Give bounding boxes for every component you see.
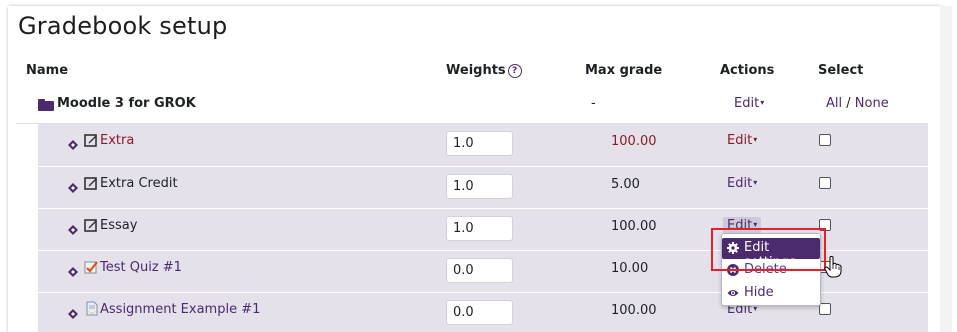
- menu-item-edit-settings[interactable]: Edit settings: [722, 238, 820, 270]
- grade-item-row: Extra 100.00 Edit▾: [38, 124, 928, 166]
- grade-item-name[interactable]: Assignment Example #1: [100, 302, 260, 317]
- eye-icon: [727, 290, 739, 296]
- edit-menu[interactable]: Edit▾: [723, 217, 762, 234]
- move-icon[interactable]: [66, 140, 80, 152]
- edit-menu-label: Edit: [727, 218, 753, 233]
- max-grade-value: 100.00: [611, 303, 657, 318]
- column-header-actions: Actions: [720, 63, 775, 78]
- weight-input[interactable]: [446, 131, 513, 156]
- column-header-weights-label: Weights: [446, 63, 506, 78]
- max-grade-value: 100.00: [611, 134, 657, 149]
- edit-menu[interactable]: Edit▾: [727, 176, 757, 191]
- menu-item-label: Hide: [744, 285, 774, 300]
- grade-item-row: Extra Credit 5.00 Edit▾: [38, 166, 928, 209]
- select-checkbox[interactable]: [819, 219, 831, 231]
- chevron-down-icon: ▾: [753, 220, 758, 229]
- edit-icon: [84, 134, 97, 147]
- select-checkbox[interactable]: [819, 134, 831, 146]
- folder-icon: [38, 99, 54, 111]
- edit-icon: [84, 177, 97, 190]
- chevron-down-icon: ▾: [753, 135, 758, 144]
- quiz-icon: [84, 261, 98, 274]
- chevron-down-icon: ▾: [760, 98, 765, 107]
- select-all-link[interactable]: All: [826, 96, 842, 111]
- category-select-links: All / None: [826, 96, 889, 111]
- column-header-max-grade: Max grade: [585, 63, 663, 78]
- move-icon[interactable]: [66, 267, 80, 279]
- select-separator: /: [846, 96, 851, 111]
- select-checkbox[interactable]: [819, 177, 831, 189]
- category-edit-menu[interactable]: Edit▾: [734, 96, 764, 111]
- max-grade-value: 5.00: [611, 177, 640, 192]
- column-header-weights: Weights?: [446, 63, 522, 78]
- move-icon[interactable]: [66, 225, 80, 237]
- weight-input[interactable]: [446, 174, 513, 199]
- category-row: Moodle 3 for GROK - Edit▾ All / None: [16, 86, 928, 124]
- edit-menu-label: Edit: [727, 133, 753, 148]
- category-edit-label: Edit: [734, 96, 760, 111]
- column-header-select: Select: [818, 63, 864, 78]
- move-icon[interactable]: [66, 309, 80, 321]
- chevron-down-icon: ▾: [753, 178, 758, 187]
- edit-dropdown-menu: Edit settings Delete Hide: [721, 233, 821, 306]
- menu-item-label: Delete: [744, 262, 787, 277]
- select-checkbox[interactable]: [819, 303, 831, 315]
- edit-menu-label: Edit: [727, 176, 753, 191]
- scrollbar-track[interactable]: [940, 6, 952, 332]
- weight-input[interactable]: [446, 216, 513, 241]
- gear-icon: [727, 242, 739, 254]
- select-none-link[interactable]: None: [855, 96, 889, 111]
- category-name: Moodle 3 for GROK: [57, 96, 196, 111]
- max-grade-value: 100.00: [611, 219, 657, 234]
- assignment-icon: [86, 301, 98, 316]
- edit-icon: [84, 219, 97, 232]
- menu-item-delete[interactable]: Delete: [722, 260, 820, 282]
- column-header-name: Name: [26, 63, 69, 78]
- category-max-grade: -: [591, 96, 596, 111]
- grade-item-name[interactable]: Extra Credit: [100, 176, 178, 191]
- grade-item-name[interactable]: Extra: [100, 133, 134, 148]
- edit-menu[interactable]: Edit▾: [727, 133, 757, 148]
- menu-item-hide[interactable]: Hide: [722, 283, 820, 305]
- grade-item-name[interactable]: Essay: [100, 218, 137, 233]
- hand-pointer-icon: [824, 256, 842, 278]
- page-title: Gradebook setup: [18, 12, 228, 40]
- delete-icon: [727, 264, 739, 276]
- help-icon[interactable]: ?: [507, 64, 522, 78]
- grade-item-name[interactable]: Test Quiz #1: [100, 260, 182, 275]
- weight-input[interactable]: [446, 300, 513, 325]
- weight-input[interactable]: [446, 258, 513, 283]
- max-grade-value: 10.00: [611, 261, 649, 276]
- move-icon[interactable]: [66, 183, 80, 195]
